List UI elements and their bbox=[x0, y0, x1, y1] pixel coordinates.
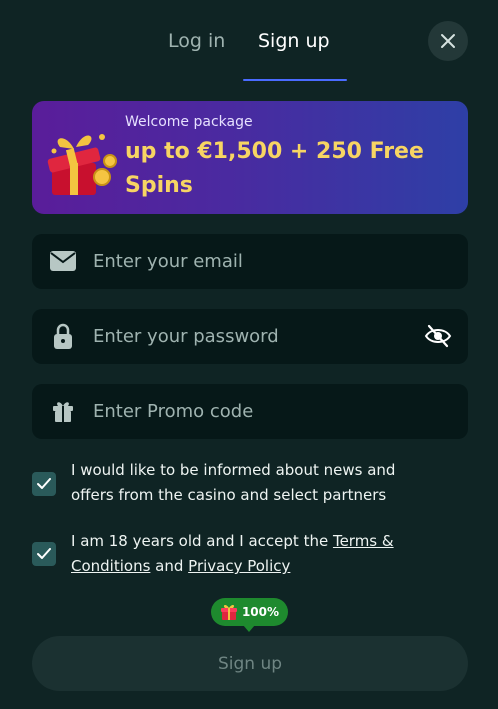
tab-login[interactable]: Log in bbox=[168, 30, 225, 52]
close-button[interactable] bbox=[428, 21, 468, 61]
email-input[interactable] bbox=[93, 234, 423, 289]
envelope-icon bbox=[50, 248, 76, 274]
promo-progress-value: 100% bbox=[241, 605, 280, 619]
email-field[interactable] bbox=[32, 234, 468, 289]
banner-subtitle: Welcome package bbox=[125, 114, 253, 130]
check-icon bbox=[37, 478, 51, 489]
close-icon bbox=[441, 34, 455, 48]
signup-submit-button[interactable]: Sign up bbox=[32, 636, 468, 691]
welcome-banner: Welcome package up to €1,500 + 250 Free … bbox=[32, 101, 468, 214]
privacy-link[interactable]: Privacy Policy bbox=[188, 557, 290, 575]
lock-icon bbox=[50, 323, 76, 349]
age-consent-and: and bbox=[150, 557, 189, 575]
eye-off-icon bbox=[424, 324, 452, 348]
gift-icon bbox=[50, 398, 76, 424]
active-tab-indicator bbox=[243, 79, 347, 81]
promo-progress-badge: 100% bbox=[211, 598, 288, 632]
gift-box-art bbox=[47, 134, 117, 195]
age-checkbox[interactable] bbox=[32, 542, 56, 566]
age-consent-text: I am 18 years old and I accept the Terms… bbox=[71, 529, 441, 579]
password-input[interactable] bbox=[93, 309, 423, 364]
age-consent-prefix: I am 18 years old and I accept the bbox=[71, 532, 333, 550]
news-consent-text: I would like to be informed about news a… bbox=[71, 461, 396, 504]
news-checkbox[interactable] bbox=[32, 472, 56, 496]
password-field[interactable] bbox=[32, 309, 468, 364]
auth-tabs: Log in Sign up bbox=[0, 0, 498, 82]
promo-field[interactable] bbox=[32, 384, 468, 439]
gift-icon bbox=[220, 604, 237, 620]
check-icon bbox=[37, 548, 51, 559]
promo-input[interactable] bbox=[93, 384, 423, 439]
banner-title: up to €1,500 + 250 Free Spins bbox=[125, 139, 424, 198]
toggle-password-visibility[interactable] bbox=[424, 322, 452, 350]
tab-signup[interactable]: Sign up bbox=[258, 30, 330, 52]
